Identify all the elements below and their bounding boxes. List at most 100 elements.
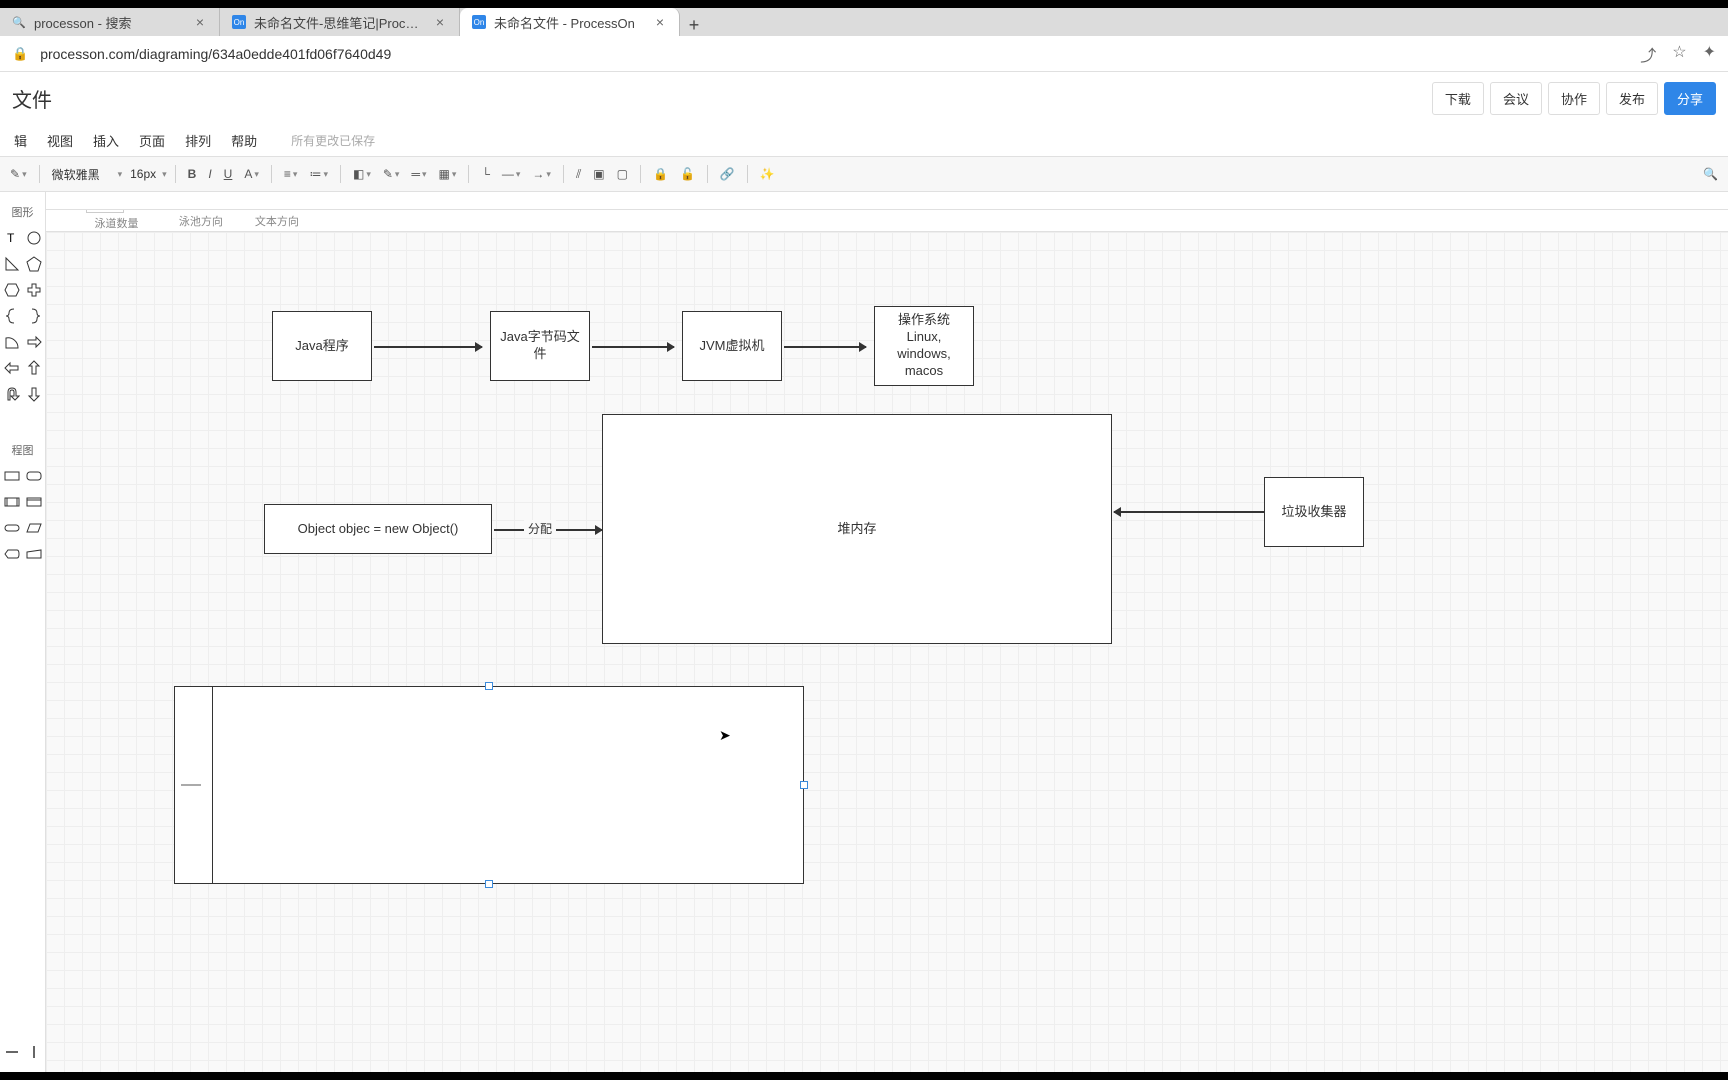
highlight-button[interactable]: ✎▾ <box>379 162 404 186</box>
collab-button[interactable]: 协作 <box>1548 82 1600 115</box>
extensions-icon[interactable]: ✦ <box>1703 42 1716 66</box>
line-start-button[interactable]: —▾ <box>498 162 525 186</box>
app-icon: On <box>472 15 486 29</box>
swimlane-header[interactable] <box>175 687 213 883</box>
swimlane-title-bar <box>181 785 201 786</box>
border-button[interactable]: ▦▾ <box>434 162 460 186</box>
connector-elbow-icon[interactable]: └ <box>477 162 494 186</box>
search-icon: 🔍 <box>12 15 26 29</box>
sector-shape-icon[interactable] <box>4 334 20 350</box>
unlock-icon[interactable]: 🔓 <box>676 162 699 186</box>
terminator-shape-icon[interactable] <box>4 520 20 536</box>
menu-insert[interactable]: 插入 <box>83 127 129 154</box>
menu-page[interactable]: 页面 <box>129 127 175 154</box>
menu-view[interactable]: 视图 <box>37 127 83 154</box>
link-icon[interactable]: 🔗 <box>716 162 739 186</box>
hexagon-shape-icon[interactable] <box>4 282 20 298</box>
font-size-select[interactable]: 16px <box>126 162 156 186</box>
swimlane-pool[interactable] <box>174 686 804 884</box>
arrow-up-shape-icon[interactable] <box>26 360 42 376</box>
manual-input-shape-icon[interactable] <box>26 546 42 562</box>
doc-title[interactable]: 文件 <box>12 84 52 113</box>
data-shape-icon[interactable] <box>26 520 42 536</box>
triangle-shape-icon[interactable] <box>4 256 20 272</box>
canvas[interactable]: Java程序 Java字节码文件 JVM虚拟机 操作系统 Linux, wind… <box>46 232 1728 1072</box>
arrow-down-shape-icon[interactable] <box>26 386 42 402</box>
close-icon[interactable]: × <box>433 15 447 29</box>
node-bytecode[interactable]: Java字节码文件 <box>490 311 590 381</box>
download-button[interactable]: 下载 <box>1432 82 1484 115</box>
canvas-area[interactable]: Java程序 Java字节码文件 JVM虚拟机 操作系统 Linux, wind… <box>46 232 1728 1072</box>
node-object-new[interactable]: Object objec = new Object() <box>264 504 492 554</box>
underline-button[interactable]: U <box>220 162 237 186</box>
browser-tab-active[interactable]: On 未命名文件 - ProcessOn × <box>460 8 680 36</box>
arrow[interactable] <box>784 346 866 348</box>
text-shape-icon[interactable]: T <box>4 230 20 246</box>
node-jvm[interactable]: JVM虚拟机 <box>682 311 782 381</box>
bookmark-icon[interactable]: ☆ <box>1672 42 1686 66</box>
text-color-button[interactable]: A▾ <box>240 162 263 186</box>
magic-icon[interactable]: ✨ <box>756 162 779 186</box>
italic-button[interactable]: I <box>204 162 215 186</box>
lock-icon[interactable]: 🔒 <box>649 162 672 186</box>
brace-left-icon[interactable] <box>4 308 20 324</box>
align-button[interactable]: ≡▾ <box>280 162 302 186</box>
send-back-icon[interactable]: ▢ <box>613 162 632 186</box>
tab-title: processon - 搜索 <box>34 13 185 32</box>
pool-dir-label: 泳池方向 <box>179 213 223 229</box>
rounded-rect-shape-icon[interactable] <box>26 468 42 484</box>
search-icon[interactable]: 🔍 <box>1699 162 1722 186</box>
cross-shape-icon[interactable] <box>26 282 42 298</box>
browser-tab[interactable]: 🔍 processon - 搜索 × <box>0 8 220 36</box>
browser-tab[interactable]: On 未命名文件-思维笔记|ProcessO × <box>220 8 460 36</box>
flow-section-label: 程图 <box>12 442 34 458</box>
arrow-label-alloc: 分配 <box>524 520 556 537</box>
bold-button[interactable]: B <box>184 162 201 186</box>
card-shape-icon[interactable] <box>26 494 42 510</box>
node-heap[interactable]: 堆内存 <box>602 414 1112 644</box>
node-os[interactable]: 操作系统 Linux, windows, macos <box>874 306 974 386</box>
minus-icon[interactable] <box>4 1044 20 1060</box>
resize-handle-e[interactable] <box>800 781 808 789</box>
close-icon[interactable]: × <box>653 15 667 29</box>
meeting-button[interactable]: 会议 <box>1490 82 1542 115</box>
arrow-left-shape-icon[interactable] <box>4 360 20 376</box>
pentagon-shape-icon[interactable] <box>26 256 42 272</box>
divider-icon[interactable] <box>26 1044 42 1060</box>
node-gc[interactable]: 垃圾收集器 <box>1264 477 1364 547</box>
line-style-button[interactable]: ═▾ <box>407 162 430 186</box>
arrow[interactable] <box>592 346 674 348</box>
svg-text:T: T <box>7 231 15 245</box>
menu-arrange[interactable]: 排列 <box>175 127 221 154</box>
menu-edit[interactable]: 辑 <box>4 127 37 154</box>
share-icon[interactable]: ⤴ <box>1640 42 1656 66</box>
display-shape-icon[interactable] <box>4 546 20 562</box>
list-button[interactable]: ≔▾ <box>305 162 332 186</box>
arrow[interactable] <box>1114 511 1264 513</box>
arrow[interactable] <box>374 346 482 348</box>
shapes-section-label: 图形 <box>12 204 34 220</box>
rect-shape-icon[interactable] <box>4 468 20 484</box>
share-button[interactable]: 分享 <box>1664 82 1716 115</box>
fill-color-button[interactable]: ◧▾ <box>349 162 375 186</box>
line-end-button[interactable]: →▾ <box>528 162 555 186</box>
format-painter-icon[interactable]: ✎▾ <box>6 162 31 186</box>
node-java-program[interactable]: Java程序 <box>272 311 372 381</box>
url-field[interactable]: processon.com/diagraming/634a0edde401fd0… <box>40 46 1628 62</box>
arrow-right-shape-icon[interactable] <box>26 334 42 350</box>
close-icon[interactable]: × <box>193 15 207 29</box>
uturn-shape-icon[interactable] <box>4 386 20 402</box>
bring-front-icon[interactable]: ▣ <box>589 162 608 186</box>
subprocess-shape-icon[interactable] <box>4 494 20 510</box>
circle-shape-icon[interactable] <box>26 230 42 246</box>
tab-title: 未命名文件-思维笔记|ProcessO <box>254 13 425 32</box>
brace-right-icon[interactable] <box>26 308 42 324</box>
font-family-select[interactable]: 微软雅黑 <box>48 162 112 186</box>
publish-button[interactable]: 发布 <box>1606 82 1658 115</box>
menu-help[interactable]: 帮助 <box>221 127 267 154</box>
resize-handle-n[interactable] <box>485 682 493 690</box>
resize-handle-s[interactable] <box>485 880 493 888</box>
lock-icon[interactable]: 🔒 <box>12 46 28 62</box>
distribute-icon[interactable]: ⫽ <box>572 162 585 186</box>
new-tab-button[interactable]: + <box>680 15 708 36</box>
